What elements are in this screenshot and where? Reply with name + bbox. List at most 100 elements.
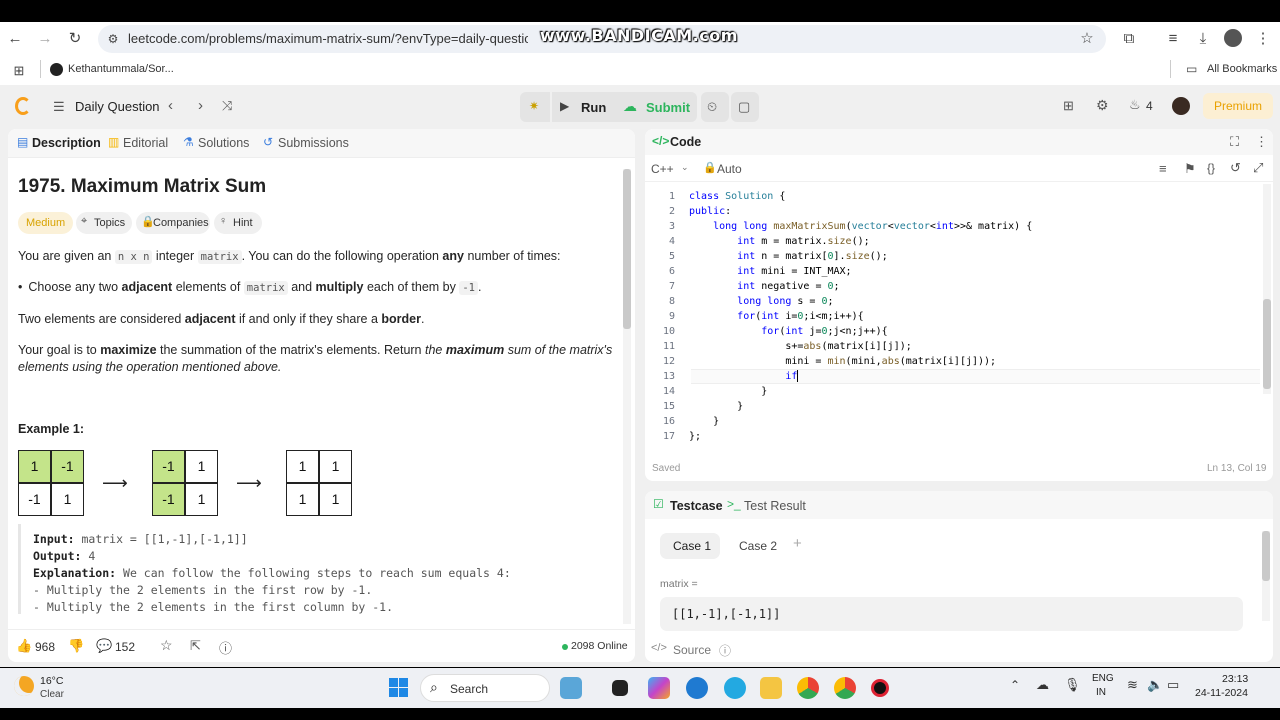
- tab-submissions[interactable]: Submissions: [278, 136, 349, 150]
- format-icon[interactable]: ≡: [1159, 161, 1167, 176]
- code-text: public:: [689, 206, 732, 217]
- widgets-app-icon[interactable]: [560, 677, 582, 699]
- line-number: 11: [662, 341, 675, 352]
- back-icon[interactable]: ←: [6, 30, 24, 48]
- all-bookmarks[interactable]: All Bookmarks: [1207, 63, 1277, 75]
- thumbs-down-icon[interactable]: 👎: [68, 638, 84, 654]
- difficulty-badge: Medium: [18, 212, 74, 234]
- shuffle-icon[interactable]: ⤨: [222, 98, 232, 114]
- case-2-tab[interactable]: Case 2: [739, 539, 777, 553]
- tab-editorial[interactable]: Editorial: [123, 136, 168, 150]
- site-info-icon[interactable]: ⚙: [104, 30, 122, 48]
- code-text: int negative = 0;: [737, 281, 840, 292]
- line-number: 13: [662, 371, 675, 382]
- fullscreen-icon[interactable]: ⤢: [1253, 160, 1263, 176]
- fire-streak-icon[interactable]: ♨: [1129, 97, 1141, 113]
- tab-description[interactable]: Description: [32, 136, 101, 150]
- add-case-icon[interactable]: +: [793, 535, 802, 552]
- divider: [1170, 60, 1171, 78]
- tab-testcase[interactable]: Testcase: [670, 499, 723, 513]
- user-avatar[interactable]: [1172, 97, 1190, 115]
- text: Choose any two: [28, 280, 122, 294]
- tab-solutions[interactable]: Solutions: [198, 136, 249, 150]
- forward-icon[interactable]: →: [36, 30, 54, 48]
- code-editor[interactable]: 1 class Solution { 2 public: 3 long long m…: [645, 189, 1260, 451]
- description-scrollbar[interactable]: [623, 169, 631, 624]
- language-select[interactable]: C++: [651, 162, 674, 176]
- text: each of them by: [363, 280, 460, 294]
- vscode-app-icon[interactable]: [724, 677, 746, 699]
- apps-grid-icon[interactable]: ⊞: [10, 62, 28, 80]
- windows-start-icon[interactable]: [389, 678, 409, 698]
- microphone-icon[interactable]: 🎙: [1064, 677, 1081, 693]
- favorite-star-icon[interactable]: ☆: [160, 637, 173, 654]
- speaker-icon[interactable]: 🔈: [1147, 677, 1163, 693]
- note-icon: ▢: [738, 99, 751, 114]
- prev-problem-icon[interactable]: ‹: [168, 97, 173, 114]
- help-icon[interactable]: ⓘ: [219, 638, 232, 657]
- braces-icon[interactable]: {}: [1207, 161, 1215, 175]
- source-link[interactable]: Source: [673, 643, 711, 657]
- bold-text: maximize: [100, 343, 157, 357]
- moon-weather-icon[interactable]: [14, 676, 34, 696]
- reading-list-icon[interactable]: ≡: [1164, 30, 1182, 48]
- bookmark-item[interactable]: Kethantummala/Sor...: [68, 63, 174, 75]
- battery-icon[interactable]: ▭: [1167, 677, 1179, 693]
- bold-text: adjacent: [184, 312, 236, 326]
- next-problem-icon[interactable]: ›: [198, 97, 203, 114]
- scroll-thumb[interactable]: [1263, 299, 1271, 389]
- terminal-app-icon[interactable]: [612, 680, 628, 696]
- taskbar-search[interactable]: ⌕ Search: [420, 674, 550, 702]
- download-icon[interactable]: ⤓: [1194, 30, 1212, 48]
- chrome-browser-icon[interactable]: [834, 677, 856, 699]
- line-number: 7: [668, 281, 675, 292]
- list-icon[interactable]: ☰: [53, 99, 65, 115]
- line-number: 14: [662, 386, 675, 397]
- testcase-input[interactable]: [[1,-1],[-1,1]]: [660, 597, 1243, 631]
- menu-icon[interactable]: ⋮: [1254, 30, 1272, 48]
- comment-icon[interactable]: 💬: [96, 638, 112, 654]
- help-icon[interactable]: ⓘ: [719, 642, 731, 659]
- clock-time[interactable]: 23:13: [1222, 673, 1248, 685]
- windows-taskbar: 16°C Clear ⌕ Search ⌃ ☁ 🎙 ENG IN ≋ 🔈 ▭ 2…: [0, 668, 1280, 708]
- file-explorer-icon[interactable]: [760, 677, 782, 699]
- scroll-thumb[interactable]: [623, 169, 631, 329]
- text: Two elements are considered: [18, 312, 185, 326]
- edge-browser-icon[interactable]: [686, 677, 708, 699]
- copilot-icon[interactable]: [648, 677, 670, 699]
- code-scrollbar[interactable]: [1263, 184, 1271, 394]
- clock-date[interactable]: 24-11-2024: [1195, 687, 1248, 699]
- line-number: 9: [668, 311, 675, 322]
- testcase-value[interactable]: [[1,-1],[-1,1]]: [672, 607, 780, 621]
- online-dot: [562, 644, 568, 650]
- bookmark-star-icon[interactable]: ☆: [1078, 30, 1096, 48]
- chrome-browser-icon[interactable]: [797, 677, 819, 699]
- leetcode-logo-icon[interactable]: [15, 97, 31, 115]
- bandicam-record-icon[interactable]: [871, 679, 889, 697]
- region-code[interactable]: IN: [1096, 687, 1106, 698]
- daily-question-link[interactable]: Daily Question: [75, 99, 160, 114]
- thumbs-up-icon[interactable]: 👍: [16, 638, 32, 654]
- tray-overflow-icon[interactable]: ⌃: [1010, 678, 1020, 692]
- bookmark-icon[interactable]: ⚑: [1184, 161, 1196, 177]
- wifi-icon[interactable]: ≋: [1127, 677, 1138, 693]
- url-text[interactable]: leetcode.com/problems/maximum-matrix-sum…: [128, 31, 528, 46]
- scroll-thumb[interactable]: [1262, 531, 1270, 581]
- tab-test-result[interactable]: Test Result: [744, 499, 806, 513]
- share-icon[interactable]: ⇱: [190, 638, 201, 654]
- bold-text: any: [442, 249, 464, 263]
- grid-cell: -1: [51, 450, 84, 483]
- testcase-scrollbar[interactable]: [1262, 531, 1270, 621]
- reset-icon[interactable]: ↺: [1230, 160, 1241, 176]
- language-code[interactable]: ENG: [1092, 673, 1114, 684]
- maximize-icon[interactable]: ⛶: [1230, 134, 1239, 150]
- reload-icon[interactable]: ↻: [66, 30, 84, 48]
- divider: [40, 60, 41, 78]
- more-icon[interactable]: ⋮: [1255, 134, 1268, 150]
- settings-gear-icon[interactable]: ⚙: [1096, 97, 1109, 114]
- extensions-icon[interactable]: ⧉: [1120, 30, 1138, 48]
- profile-avatar[interactable]: [1224, 29, 1242, 47]
- layout-icon[interactable]: ⊞: [1063, 98, 1074, 114]
- auto-mode[interactable]: Auto: [717, 162, 742, 176]
- onedrive-cloud-icon[interactable]: ☁: [1036, 677, 1049, 693]
